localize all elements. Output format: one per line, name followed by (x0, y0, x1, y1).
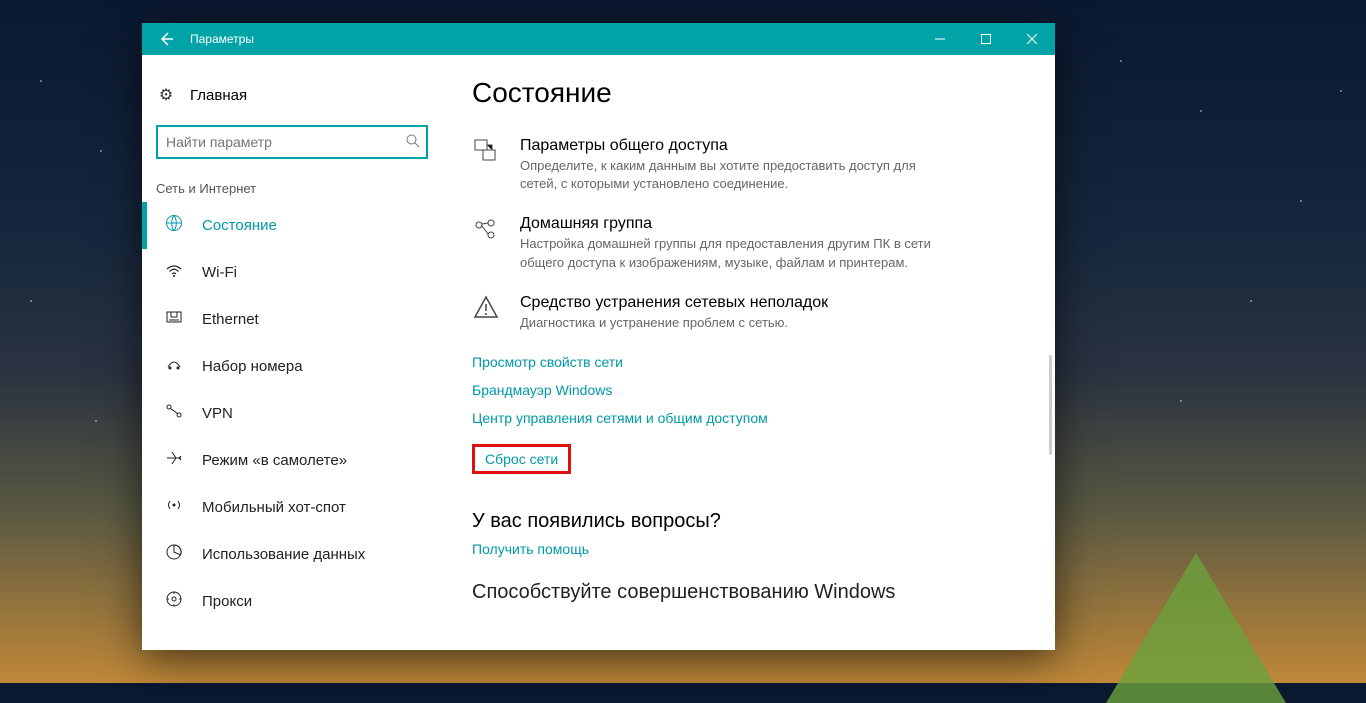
questions-heading: У вас появились вопросы? (472, 510, 1033, 533)
page-title: Состояние (472, 77, 1033, 109)
airplane-icon (164, 449, 184, 472)
home-button[interactable]: ⚙ Главная (142, 77, 442, 113)
sidebar-item-dialup[interactable]: Набор номера (142, 343, 442, 390)
option-title: Параметры общего доступа (520, 137, 940, 155)
maximize-button[interactable] (963, 23, 1009, 55)
ethernet-icon (164, 308, 184, 331)
sidebar: ⚙ Главная Сеть и Интернет Состояние (142, 55, 442, 650)
link-network-center[interactable]: Центр управления сетями и общим доступом (472, 410, 1033, 426)
globe-icon (164, 214, 184, 237)
sidebar-item-hotspot[interactable]: Мобильный хот-спот (142, 484, 442, 531)
sharing-icon (472, 137, 504, 193)
homegroup-icon (472, 215, 504, 271)
nav-label: Режим «в самолете» (202, 452, 347, 469)
maximize-icon (981, 34, 991, 44)
search-box[interactable] (156, 125, 428, 159)
nav-label: Использование данных (202, 546, 365, 563)
nav-label: Wi-Fi (202, 264, 237, 281)
link-firewall[interactable]: Брандмауэр Windows (472, 382, 1033, 398)
titlebar: Параметры (142, 23, 1055, 55)
content-area: Состояние Параметры общего доступа Опред… (442, 55, 1055, 650)
option-homegroup[interactable]: Домашняя группа Настройка домашней групп… (472, 215, 1033, 271)
sidebar-item-status[interactable]: Состояние (142, 202, 442, 249)
sidebar-item-vpn[interactable]: VPN (142, 390, 442, 437)
close-button[interactable] (1009, 23, 1055, 55)
dialup-icon (164, 355, 184, 378)
back-button[interactable] (142, 23, 190, 55)
option-title: Средство устранения сетевых неполадок (520, 294, 828, 312)
wifi-icon (164, 261, 184, 284)
option-sharing[interactable]: Параметры общего доступа Определите, к к… (472, 137, 1033, 193)
scrollbar[interactable] (1049, 355, 1052, 455)
gear-icon: ⚙ (156, 85, 176, 105)
minimize-icon (935, 34, 945, 44)
arrow-left-icon (158, 31, 174, 47)
nav-label: Прокси (202, 593, 252, 610)
nav-label: VPN (202, 405, 233, 422)
link-network-reset[interactable]: Сброс сети (472, 444, 571, 474)
option-title: Домашняя группа (520, 215, 940, 233)
search-input[interactable] (166, 134, 406, 150)
option-troubleshoot[interactable]: Средство устранения сетевых неполадок Ди… (472, 294, 1033, 332)
sidebar-item-airplane[interactable]: Режим «в самолете» (142, 437, 442, 484)
section-title: Сеть и Интернет (156, 181, 428, 196)
home-label: Главная (190, 87, 247, 104)
vpn-icon (164, 402, 184, 425)
sidebar-item-ethernet[interactable]: Ethernet (142, 296, 442, 343)
search-icon (406, 134, 420, 151)
hotspot-icon (164, 496, 184, 519)
troubleshoot-icon (472, 294, 504, 332)
nav-label: Ethernet (202, 311, 259, 328)
cutoff-heading: Способствуйте совершенствованию Windows (472, 581, 1033, 604)
settings-window: Параметры ⚙ Главная Сеть и Интернет (142, 23, 1055, 650)
nav-label: Набор номера (202, 358, 303, 375)
nav-label: Мобильный хот-спот (202, 499, 346, 516)
option-desc: Определите, к каким данным вы хотите пре… (520, 157, 940, 193)
option-desc: Диагностика и устранение проблем с сетью… (520, 314, 828, 332)
nav-label: Состояние (202, 217, 277, 234)
sidebar-item-proxy[interactable]: Прокси (142, 578, 442, 625)
minimize-button[interactable] (917, 23, 963, 55)
proxy-icon (164, 590, 184, 613)
close-icon (1027, 34, 1037, 44)
window-title: Параметры (190, 32, 254, 46)
link-view-properties[interactable]: Просмотр свойств сети (472, 354, 1033, 370)
datausage-icon (164, 543, 184, 566)
option-desc: Настройка домашней группы для предоставл… (520, 235, 940, 271)
sidebar-item-wifi[interactable]: Wi-Fi (142, 249, 442, 296)
link-get-help[interactable]: Получить помощь (472, 541, 1033, 557)
sidebar-item-datausage[interactable]: Использование данных (142, 531, 442, 578)
